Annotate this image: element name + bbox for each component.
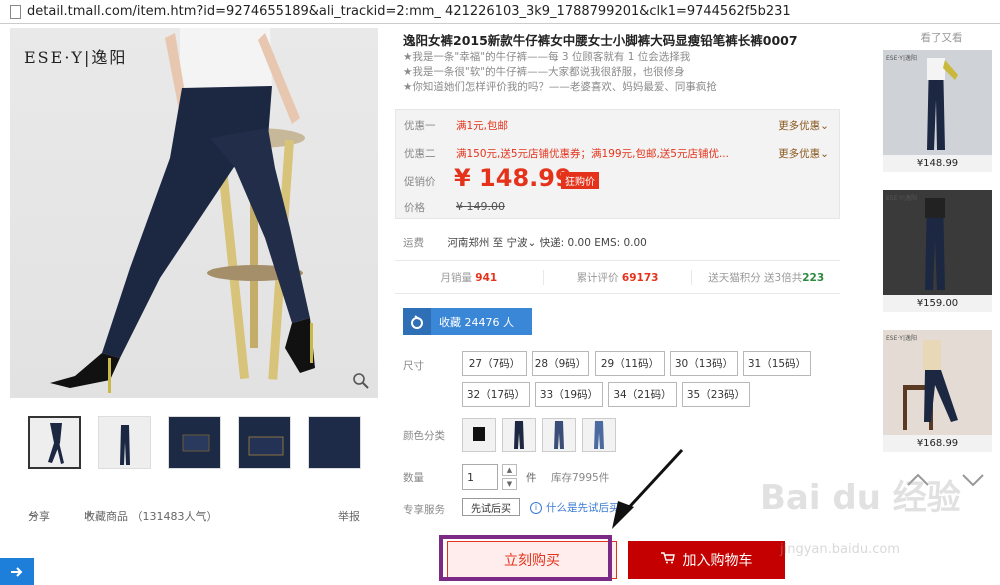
product-title: 逸阳女裤2015新款牛仔裤女中腰女士小脚裤大码显瘦铅笔裤长裤0007	[403, 33, 798, 48]
recommend-price: ¥168.99	[883, 435, 992, 452]
monthly-sales: 月销量 941	[395, 269, 544, 285]
tagline-1: ★我是一条"幸福"的牛仔裤——每 3 位顾客就有 1 位会选择我	[403, 51, 691, 63]
color-option-3[interactable]	[542, 418, 576, 452]
quantity-unit: 件	[526, 472, 537, 484]
promo1-label: 优惠一	[404, 120, 436, 132]
main-product-image[interactable]: ESE·Y|逸阳	[10, 28, 378, 398]
shipping-label: 运费	[403, 237, 424, 249]
thumbnail-1[interactable]	[28, 416, 81, 469]
baidu-watermark-url: jingyan.baidu.com	[780, 542, 900, 557]
quantity-label: 数量	[403, 472, 424, 484]
collect-label: 收藏 24476 人	[439, 315, 514, 329]
size-option-33[interactable]: 33（19码）	[535, 382, 603, 407]
quantity-decrease-button[interactable]: ▼	[502, 478, 517, 490]
size-label: 尺寸	[403, 360, 424, 372]
recommend-title: 看了又看	[920, 32, 963, 44]
size-option-29[interactable]: 29（11码）	[595, 351, 665, 376]
shipping-value[interactable]: 河南郑州 至 宁波⌄ 快递: 0.00 EMS: 0.00	[447, 237, 647, 249]
url-text[interactable]: detail.tmall.com/item.htm?id=9274655189&…	[27, 4, 791, 19]
recommend-price: ¥148.99	[883, 155, 992, 172]
quantity-increase-button[interactable]: ▲	[502, 464, 517, 476]
size-option-34[interactable]: 34（21码）	[608, 382, 677, 407]
report-link[interactable]: 举报	[338, 508, 360, 524]
size-option-27[interactable]: 27（7码）	[462, 351, 527, 376]
shipping-row: 运费 河南郑州 至 宁波⌄ 快递: 0.00 EMS: 0.00	[403, 235, 647, 250]
info-icon: i	[530, 501, 542, 514]
collect-button[interactable]: 收藏 24476 人	[403, 308, 532, 335]
size-option-31[interactable]: 31（15码）	[743, 351, 811, 376]
thumbnail-4[interactable]	[238, 416, 291, 469]
add-to-cart-button[interactable]: 加入购物车	[628, 541, 785, 579]
size-option-32[interactable]: 32（17码）	[462, 382, 530, 407]
color-option-1[interactable]	[462, 418, 496, 452]
color-option-2[interactable]	[502, 418, 536, 452]
review-count[interactable]: 累计评价 69173	[544, 269, 693, 285]
size-option-35[interactable]: 35（23码）	[682, 382, 750, 407]
promo1-value: 满1元,包邮	[456, 120, 509, 132]
recommend-item-image	[883, 190, 992, 295]
model-jeans-illustration	[50, 28, 315, 393]
promo2-more-link[interactable]: 更多优惠⌄	[778, 146, 829, 161]
recommend-item-3[interactable]: ESE·Y|逸阳 ¥168.99	[883, 330, 992, 452]
buy-now-highlight-box	[439, 535, 612, 581]
promo2-label: 优惠二	[404, 148, 436, 160]
recommend-item-image	[883, 330, 992, 435]
tmall-points: 送天猫积分 送3倍共223	[708, 271, 825, 284]
sale-price: ¥ 148.99	[454, 164, 572, 192]
recommend-item-1[interactable]: ESE·Y|逸阳 ¥148.99	[883, 50, 992, 172]
sale-tag-badge: 狂购价	[561, 172, 599, 189]
size-option-28[interactable]: 28（9码）	[532, 351, 589, 376]
thumbnail-strip	[28, 416, 361, 469]
recommend-brand: ESE·Y|逸阳	[886, 195, 917, 202]
recommend-item-2[interactable]: ESE·Y|逸阳 ¥159.00	[883, 190, 992, 312]
recommend-item-image	[883, 50, 992, 155]
collect-icon	[403, 308, 431, 335]
original-price: ¥ 149.00	[456, 200, 505, 213]
page-icon	[10, 4, 21, 19]
recommend-brand: ESE·Y|逸阳	[886, 335, 917, 342]
baidu-watermark: Bai du 经验	[760, 478, 961, 518]
chevron-down-icon[interactable]	[960, 470, 986, 490]
thumbnail-3[interactable]	[168, 416, 221, 469]
thumbnail-5[interactable]	[308, 416, 361, 469]
sales-stats: 月销量 941 累计评价 69173 送天猫积分 送3倍共223	[395, 260, 840, 294]
trial-service-button[interactable]: 先试后买	[462, 498, 520, 516]
recommend-price: ¥159.00	[883, 295, 992, 312]
cart-icon	[660, 552, 675, 568]
color-label: 颜色分类	[403, 430, 445, 442]
address-bar[interactable]: detail.tmall.com/item.htm?id=9274655189&…	[0, 0, 1000, 24]
price-panel: 优惠一 满1元,包邮 更多优惠⌄ 优惠二 满150元,送5元店铺优惠券；满199…	[395, 109, 840, 219]
price-label: 价格	[404, 202, 425, 214]
quantity-input[interactable]: 1	[462, 464, 498, 490]
add-cart-label: 加入购物车	[682, 553, 753, 569]
tagline-3: ★你知道她们怎样评价我的吗？——老婆喜欢、妈妈最爱、同事疯抢	[403, 81, 717, 93]
sale-price-label: 促销价	[404, 176, 436, 188]
promo2-value: 满150元,送5元店铺优惠券；满199元,包邮,送5元店铺优...	[456, 148, 729, 160]
promo1-more-link[interactable]: 更多优惠⌄	[778, 118, 829, 133]
size-option-30[interactable]: 30（13码）	[670, 351, 738, 376]
share-arrow-icon[interactable]	[0, 558, 34, 585]
service-label: 专享服务	[403, 504, 445, 516]
zoom-icon[interactable]	[352, 372, 370, 390]
tagline-2: ★我是一条很"软"的牛仔裤——大家都说我很舒服，也很修身	[403, 66, 685, 78]
pointer-arrow-annotation	[612, 448, 684, 529]
recommend-brand: ESE·Y|逸阳	[886, 55, 917, 62]
thumbnail-2[interactable]	[98, 416, 151, 469]
